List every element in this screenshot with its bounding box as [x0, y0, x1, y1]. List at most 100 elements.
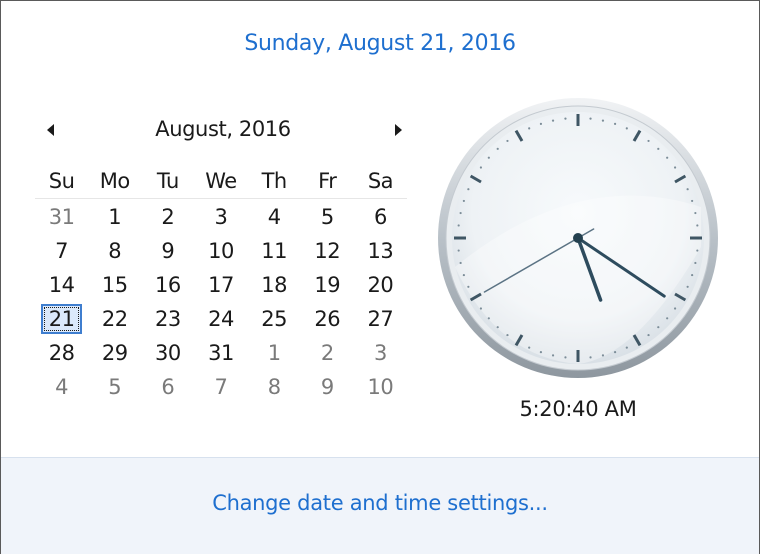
calendar-day[interactable]: 6 — [141, 375, 194, 399]
calendar-day[interactable]: 9 — [141, 239, 194, 263]
calendar-day[interactable]: 28 — [35, 341, 88, 365]
weekday-header: Tu — [156, 169, 179, 193]
clock-minute-tick — [647, 139, 650, 143]
calendar-day[interactable]: 4 — [35, 375, 88, 399]
calendar-day[interactable]: 29 — [88, 341, 141, 365]
calendar-day[interactable]: 19 — [301, 273, 354, 297]
calendar-day[interactable]: 30 — [141, 341, 194, 365]
calendar-day[interactable]: 26 — [301, 307, 354, 331]
calendar-day[interactable]: 2 — [301, 341, 354, 365]
calendar-day[interactable]: 7 — [194, 375, 247, 399]
calendar-day[interactable]: 20 — [354, 273, 407, 297]
calendar-week-row: 21 22 23 24 25 26 27 — [35, 302, 407, 336]
next-month-button[interactable] — [385, 117, 411, 143]
calendar-day[interactable]: 8 — [88, 239, 141, 263]
calendar-day[interactable]: 5 — [301, 205, 354, 229]
calendar-day[interactable]: 3 — [194, 205, 247, 229]
calendar-day[interactable]: 7 — [35, 239, 88, 263]
clock-minute-tick — [496, 147, 499, 150]
calendar-day[interactable]: 10 — [354, 375, 407, 399]
calendar-day-number: 13 — [367, 239, 394, 263]
calendar-day-number: 11 — [261, 239, 287, 263]
calendar-day[interactable]: 8 — [248, 375, 301, 399]
calendar-day[interactable]: 12 — [301, 239, 354, 263]
calendar-day[interactable]: 16 — [141, 273, 194, 297]
calendar-week-row: 31 1 2 3 4 5 6 — [35, 200, 407, 234]
month-label[interactable]: August, 2016 — [35, 117, 411, 141]
clock-minute-tick — [625, 127, 628, 130]
clock-minute-tick — [462, 273, 465, 277]
calendar-day[interactable]: 1 — [88, 205, 141, 229]
clock-minute-tick — [686, 285, 689, 288]
clock-minute-tick — [657, 147, 660, 150]
calendar-day[interactable]: 1 — [248, 341, 301, 365]
calendar-day-number: 12 — [314, 239, 341, 263]
calendar-day[interactable]: 11 — [248, 239, 301, 263]
clock-minute-tick — [673, 307, 677, 310]
weekday-header: Su — [48, 169, 75, 193]
full-date-link[interactable]: Sunday, August 21, 2016 — [1, 31, 759, 56]
calendar-day[interactable]: 10 — [194, 239, 247, 263]
clock-minute-tick — [528, 346, 531, 349]
calendar-day-number: 6 — [161, 375, 175, 399]
digital-time: 5:20:40 AM — [519, 397, 637, 421]
date-time-flyout: Sunday, August 21, 2016 August, 2016 Su M… — [0, 0, 760, 554]
clock-minute-tick — [601, 119, 605, 122]
calendar-day[interactable]: 3 — [354, 341, 407, 365]
clock-minute-tick — [487, 156, 490, 159]
clock-minute-tick — [539, 122, 543, 125]
clock-minute-tick — [691, 199, 694, 203]
calendar-day[interactable]: 31 — [35, 205, 88, 229]
calendar-day[interactable]: 31 — [194, 341, 247, 365]
calendar-day[interactable]: 2 — [141, 205, 194, 229]
calendar-day-number: 10 — [367, 375, 394, 399]
calendar-day-number: 3 — [214, 205, 228, 229]
calendar-day[interactable]: 23 — [141, 307, 194, 331]
calendar-day[interactable]: 4 — [248, 205, 301, 229]
calendar-day[interactable]: 27 — [354, 307, 407, 331]
calendar-day-number: 18 — [261, 273, 287, 297]
calendar-day[interactable]: 18 — [248, 273, 301, 297]
calendar-day-today[interactable]: 21 — [35, 304, 88, 334]
clock-minute-tick — [694, 261, 697, 265]
clock-minute-tick — [467, 188, 470, 191]
calendar-day-number: 7 — [214, 375, 228, 399]
clock-minute-tick — [564, 117, 567, 120]
chevron-right-icon — [394, 124, 402, 136]
calendar-week-row: 28 29 30 31 1 2 3 — [35, 336, 407, 370]
calendar-day[interactable]: 14 — [35, 273, 88, 297]
clock-minute-tick — [613, 122, 617, 125]
calendar-day-number: 22 — [101, 307, 128, 331]
calendar-day[interactable]: 22 — [88, 307, 141, 331]
clock-minute-tick — [694, 211, 697, 215]
calendar-day-number: 8 — [267, 375, 281, 399]
calendar-day-number: 27 — [367, 307, 394, 331]
calendar-day[interactable]: 15 — [88, 273, 141, 297]
clock-minute-tick — [589, 356, 592, 359]
calendar-day[interactable]: 6 — [354, 205, 407, 229]
weekday-header: We — [205, 169, 237, 193]
calendar-day[interactable]: 25 — [248, 307, 301, 331]
calendar-day-number: 31 — [208, 341, 234, 365]
change-date-time-settings-link[interactable]: Change date and time settings... — [1, 491, 759, 515]
calendar-day-number: 21 — [40, 304, 83, 334]
calendar-week-row: 14 15 16 17 18 19 20 — [35, 268, 407, 302]
clock-minute-tick — [479, 307, 483, 310]
clock-minute-tick — [496, 326, 499, 329]
clock-minute-tick — [657, 326, 660, 329]
calendar-week-row: 7 8 9 10 11 12 13 — [35, 234, 407, 268]
calendar-day[interactable]: 24 — [194, 307, 247, 331]
calendar-day-number: 2 — [320, 341, 334, 365]
calendar-day-number: 9 — [161, 239, 175, 263]
calendar-day[interactable]: 13 — [354, 239, 407, 263]
clock-minute-tick — [613, 351, 617, 354]
clock-minute-tick — [686, 188, 689, 191]
weekday-header: Mo — [99, 169, 130, 193]
weekday-header: Sa — [367, 169, 394, 193]
calendar-day[interactable]: 17 — [194, 273, 247, 297]
calendar-day[interactable]: 5 — [88, 375, 141, 399]
weekday-header-row: Su Mo Tu We Th Fr Sa — [35, 164, 407, 199]
clock-minute-tick — [589, 117, 592, 120]
clock-minute-tick — [696, 224, 699, 227]
calendar-day[interactable]: 9 — [301, 375, 354, 399]
